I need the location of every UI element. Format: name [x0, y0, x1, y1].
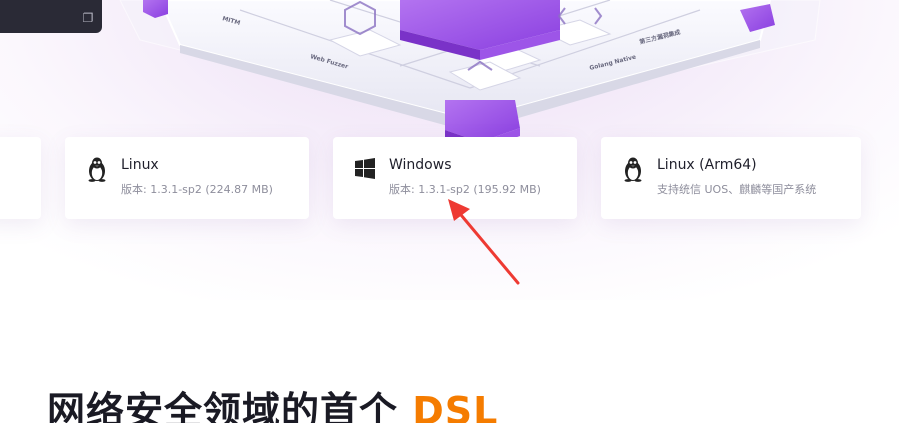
card-title: Linux	[121, 157, 159, 173]
annotation-arrow	[448, 199, 520, 285]
code-snippet-panel: ❐	[0, 0, 102, 33]
headline-accent: DSL	[412, 389, 499, 423]
windows-logo-icon	[355, 158, 375, 179]
page-headline: 网络安全领域的首个 DSL	[47, 380, 498, 423]
card-description: 支持统信 UOS、麒麟等国产系统	[657, 183, 817, 196]
card-title: Linux (Arm64)	[657, 157, 757, 173]
card-title: Windows	[389, 157, 452, 173]
linux-penguin-icon	[88, 157, 106, 182]
hero-illustration: MITM Web Fuzzer Golang Native 第三方漏洞集成	[119, 0, 821, 150]
download-card-partial[interactable]	[0, 137, 41, 219]
linux-penguin-icon	[624, 157, 642, 182]
download-card-linux[interactable]: Linux 版本: 1.3.1-sp2 (224.87 MB)	[65, 137, 309, 219]
copy-icon[interactable]: ❐	[81, 11, 95, 25]
card-version: 版本: 1.3.1-sp2 (224.87 MB)	[121, 183, 273, 196]
headline-text: 网络安全领域的首个	[47, 389, 399, 423]
download-card-linux-arm64[interactable]: Linux (Arm64) 支持统信 UOS、麒麟等国产系统	[601, 137, 861, 219]
